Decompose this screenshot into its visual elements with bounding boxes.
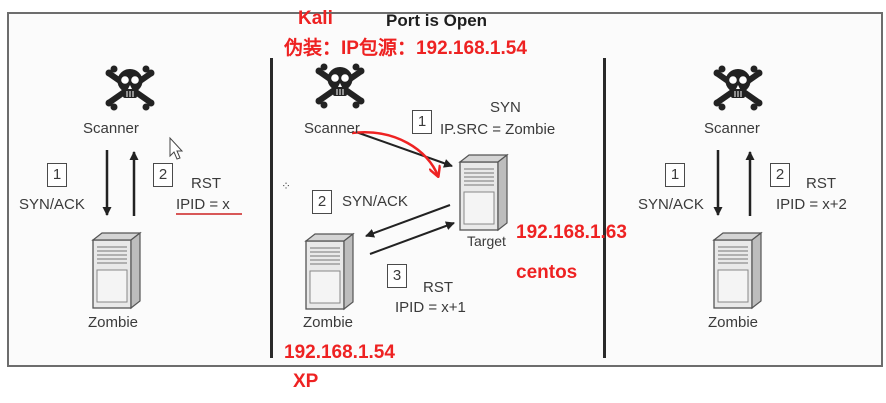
server-icon	[713, 232, 762, 309]
step-number: 1	[665, 163, 685, 187]
zombie-label: Zombie	[88, 314, 139, 331]
server-icon	[92, 232, 141, 309]
mouse-cursor-icon	[169, 136, 184, 160]
ipid-label: IPID = x	[176, 196, 230, 213]
annotation-target-os: centos	[516, 262, 578, 283]
packet-label-syn-ack: SYN/ACK	[638, 196, 704, 213]
annotation-zombie-os: XP	[293, 371, 319, 392]
step-number: 3	[387, 264, 407, 288]
packet-label-ip-src: IP.SRC = Zombie	[440, 121, 556, 138]
skull-crossbones-icon	[714, 66, 763, 111]
loading-cursor-icon: ⁘	[281, 179, 291, 193]
skull-crossbones-icon	[106, 66, 155, 111]
packet-label-rst: RST	[423, 279, 453, 296]
annotation-spoof-source: 伪装：IP包源：192.168.1.54	[284, 38, 527, 59]
zombie-label: Zombie	[708, 314, 759, 331]
ipid-label: IPID = x+2	[776, 196, 847, 213]
annotation-target-ip: 192.168.1.63	[516, 222, 627, 243]
packet-label-rst: RST	[806, 175, 836, 192]
annotation-kali: Kali	[298, 8, 333, 29]
arrow-rst	[369, 221, 455, 255]
step-number: 2	[312, 190, 332, 214]
scanner-label: Scanner	[704, 120, 760, 137]
server-icon	[305, 233, 354, 310]
arrow-syn	[355, 131, 453, 168]
packet-label-syn-ack: SYN/ACK	[342, 193, 408, 210]
step-number: 2	[153, 163, 173, 187]
packet-label-syn: SYN	[490, 99, 521, 116]
diagram-title: Port is Open	[386, 11, 488, 30]
server-icon	[459, 154, 508, 231]
diagram-stage: ⁘ Port is Open Scanner 1 2 SYN/ACK RST I…	[0, 0, 886, 403]
scanner-label: Scanner	[83, 120, 139, 137]
skull-crossbones-icon	[316, 64, 365, 109]
step-number: 1	[412, 110, 432, 134]
packet-label-rst: RST	[191, 175, 221, 192]
diagram-graphics: ⁘	[92, 0, 886, 310]
ipid-label: IPID = x+1	[395, 299, 466, 316]
step-number: 2	[770, 163, 790, 187]
packet-label-syn-ack: SYN/ACK	[19, 196, 85, 213]
annotation-zombie-ip: 192.168.1.54	[284, 342, 395, 363]
annotation-arrow	[351, 131, 438, 176]
step-number: 1	[47, 163, 67, 187]
scanner-label: Scanner	[304, 120, 360, 137]
zombie-label: Zombie	[303, 314, 354, 331]
target-label: Target	[467, 233, 506, 249]
